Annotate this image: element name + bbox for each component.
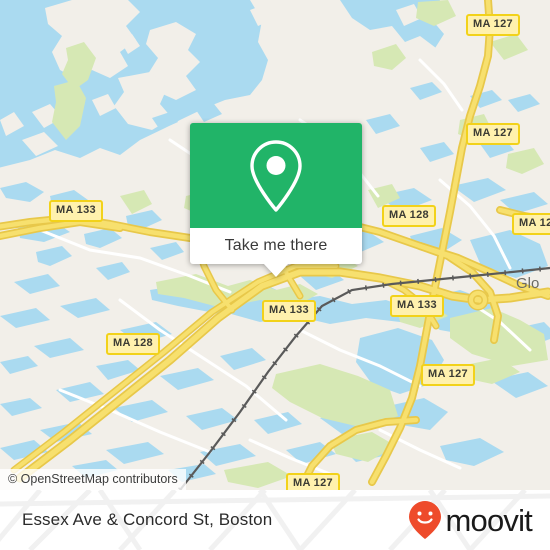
map-pin-icon xyxy=(250,139,302,212)
osm-attribution-text: © OpenStreetMap contributors xyxy=(8,472,178,486)
destination-popup[interactable]: Take me there xyxy=(190,123,362,277)
popup-header xyxy=(190,123,362,228)
highway-shield: MA 128 xyxy=(512,213,550,235)
moovit-brand[interactable]: moovit xyxy=(408,500,533,540)
moovit-smiley-pin-icon xyxy=(409,501,442,539)
highway-shield: MA 133 xyxy=(49,200,103,222)
highway-shield: MA 127 xyxy=(466,14,520,36)
osm-attribution[interactable]: © OpenStreetMap contributors xyxy=(0,469,186,490)
highway-shield: MA 127 xyxy=(466,123,520,145)
map-canvas[interactable]: MA 127 MA 127 MA 128 MA 128 MA 133 MA 133 MA 1… xyxy=(0,0,550,490)
place-label: Glo xyxy=(516,275,540,292)
moovit-wordmark: moovit xyxy=(445,502,532,538)
map-page: MA 127 MA 127 MA 128 MA 128 MA 133 MA 133 MA 1… xyxy=(0,0,550,550)
highway-shield: MA 128 xyxy=(106,333,160,355)
highway-shield: MA 127 xyxy=(286,473,340,490)
popup-tail xyxy=(263,263,289,277)
highway-shield: MA 128 xyxy=(382,205,436,227)
location-title: Essex Ave & Concord St, Boston xyxy=(22,510,273,529)
highway-shield: MA 127 xyxy=(421,364,475,386)
take-me-there-label: Take me there xyxy=(224,237,328,254)
highway-shield: MA 133 xyxy=(390,295,444,317)
highway-shield: MA 133 xyxy=(262,300,316,322)
popup-action[interactable]: Take me there xyxy=(190,228,362,277)
footer-bar: Essex Ave & Concord St, Boston moovit xyxy=(0,490,550,550)
